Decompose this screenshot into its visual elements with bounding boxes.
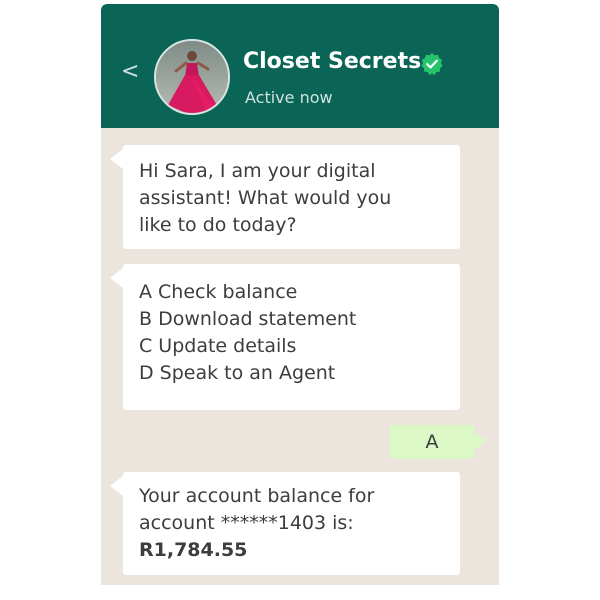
message-line: Your account balance for [139, 485, 375, 507]
presence-status: Active now [245, 88, 333, 107]
menu-option-b: B Download statement [139, 308, 357, 330]
verified-badge-icon [421, 53, 443, 75]
message-line: like to do today? [139, 214, 297, 236]
menu-option-a: A Check balance [139, 281, 298, 303]
avatar[interactable] [154, 39, 230, 115]
message-bubble-outgoing: A [390, 425, 486, 459]
chat-window: < Closet Secrets Active now Hi Sara, I a… [101, 4, 499, 585]
chat-header: < Closet Secrets Active now [101, 4, 499, 128]
balance-amount: R1,784.55 [139, 539, 248, 561]
message-bubble-greeting: Hi Sara, I am your digital assistant! Wh… [110, 145, 460, 249]
message-line: Hi Sara, I am your digital [139, 160, 376, 182]
message-line: account ******1403 is: [139, 512, 354, 534]
message-bubble-balance: Your account balance for account ******1… [110, 472, 460, 575]
avatar-image [156, 41, 228, 113]
menu-option-c: C Update details [139, 335, 297, 357]
menu-option-d: D Speak to an Agent [139, 362, 336, 384]
chat-title: Closet Secrets [243, 49, 422, 74]
back-icon[interactable]: < [121, 61, 139, 83]
message-line: assistant! What would you [139, 187, 392, 209]
message-bubble-menu: A Check balance B Download statement C U… [110, 264, 460, 410]
